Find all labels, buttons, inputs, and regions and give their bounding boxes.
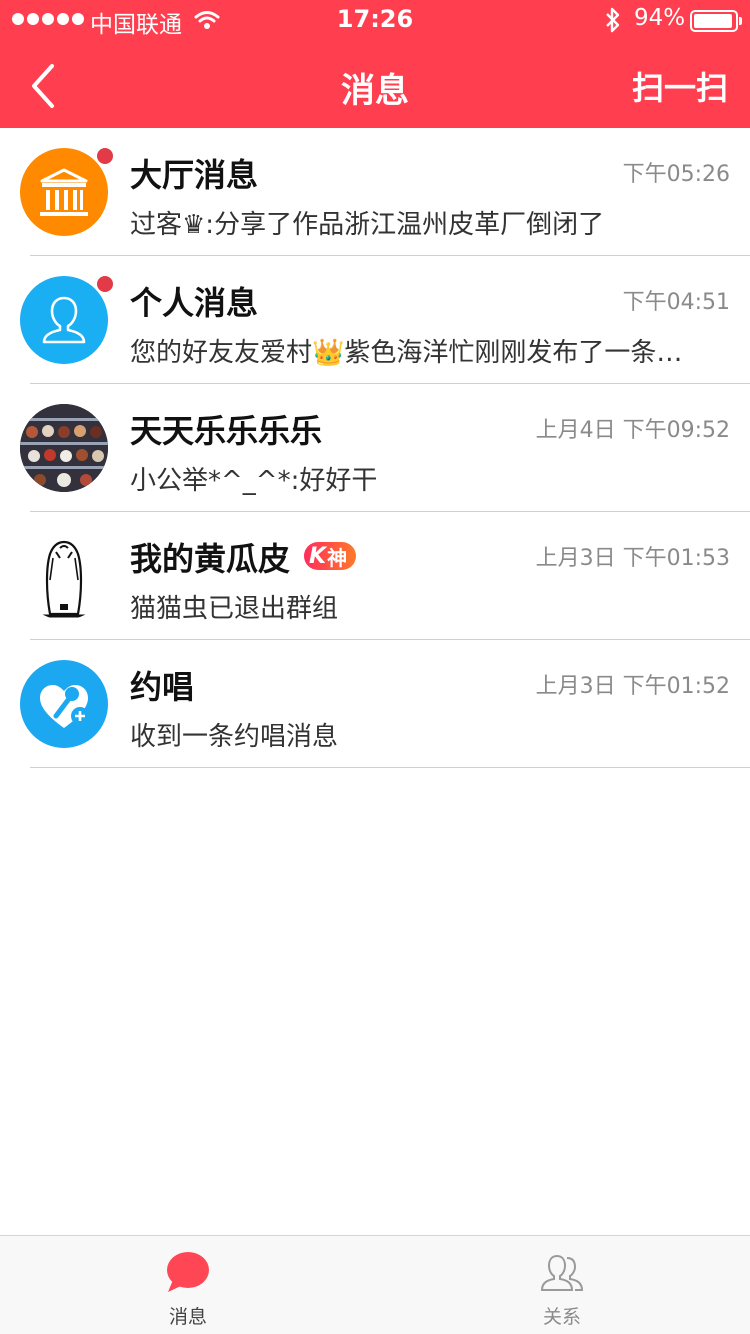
chevron-left-icon [32,64,54,108]
conversation-time: 下午05:26 [622,162,730,187]
battery-icon [690,10,742,32]
conversation-title: 大厅消息 [130,156,259,194]
conversation-row-cucumber[interactable]: 我的黄瓜皮 K 神 上月3日 下午01:53 猫猫虫已退出群组 [0,512,750,640]
bluetooth-icon [606,7,620,33]
status-bar: 中国联通 17:26 94% [0,0,750,40]
conversation-time: 上月3日 下午01:52 [535,674,730,699]
battery-percentage: 94% [634,5,686,31]
row-divider [30,767,750,768]
tab-bar: 消息 关系 [0,1235,750,1334]
person-icon [20,276,108,364]
tab-relations[interactable]: 关系 [482,1236,642,1334]
conversation-row-group[interactable]: 天天乐乐乐乐 上月4日 下午09:52 小公举*^_^*:好好干 [0,384,750,512]
conversation-preview: 小公举*^_^*:好好干 [130,466,378,496]
k-god-badge: K神 [304,542,357,570]
unread-dot [97,276,113,292]
header: 中国联通 17:26 94% 消息 扫一扫 [0,0,750,128]
conversation-preview: 猫猫虫已退出群组 [130,594,339,624]
conversation-preview: 收到一条约唱消息 [130,722,339,752]
sketch-avatar [20,532,108,620]
conversation-preview: 您的好友友爱村👑紫色海洋忙刚刚发布了一条新动态 [130,338,705,368]
conversation-time: 上月3日 下午01:53 [535,546,730,571]
conversation-preview: 过客♛:分享了作品浙江温州皮革厂倒闭了 [130,210,605,240]
back-button[interactable] [22,60,66,112]
badge-k: K [309,543,327,569]
tab-messages-label: 消息 [168,1306,207,1328]
microphone-heart-icon [20,660,108,748]
messages-screen: 中国联通 17:26 94% 消息 扫一扫 大厅消息 下午05:26 过客♛:分… [0,0,750,1334]
conversation-title: 约唱 [130,668,195,706]
conversation-list: 大厅消息 下午05:26 过客♛:分享了作品浙江温州皮革厂倒闭了 个人消息 下午… [0,128,750,768]
unread-dot [97,148,113,164]
conversation-time: 下午04:51 [622,290,730,315]
conversation-title: 个人消息 [130,284,259,322]
chat-bubble-icon [167,1252,209,1292]
scan-button[interactable]: 扫一扫 [632,63,728,109]
badge-text: 神 [327,545,348,570]
conversation-row-duet[interactable]: 约唱 上月3日 下午01:52 收到一条约唱消息 [0,640,750,768]
hall-icon [20,148,108,236]
navigation-bar: 消息 扫一扫 [0,40,750,128]
conversation-title-text: 我的黄瓜皮 [130,540,291,578]
conversation-row-personal[interactable]: 个人消息 下午04:51 您的好友友爱村👑紫色海洋忙刚刚发布了一条新动态 [0,256,750,384]
photo-avatar [20,404,108,492]
conversation-title: 我的黄瓜皮 K 神 [130,534,357,580]
tab-relations-label: 关系 [542,1306,581,1328]
people-icon [540,1254,584,1291]
tab-messages[interactable]: 消息 [108,1236,268,1334]
conversation-title: 天天乐乐乐乐 [130,412,323,450]
conversation-time: 上月4日 下午09:52 [535,418,730,443]
conversation-row-hall[interactable]: 大厅消息 下午05:26 过客♛:分享了作品浙江温州皮革厂倒闭了 [0,128,750,256]
